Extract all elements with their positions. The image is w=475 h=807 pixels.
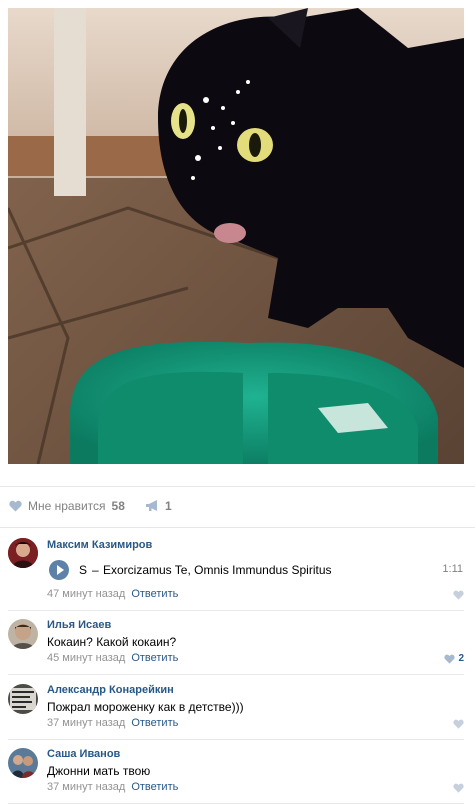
- audio-artist[interactable]: S: [79, 563, 87, 577]
- comment-meta: 47 минут назад Ответить: [47, 588, 178, 600]
- share-count: 1: [165, 499, 172, 513]
- avatar[interactable]: [8, 538, 38, 568]
- like-label: Мне нравится: [28, 499, 106, 513]
- audio-attachment: S – Exorcizamus Te, Omnis Immundus Spiri…: [47, 560, 463, 582]
- comment-author[interactable]: Илья Исаев: [47, 619, 111, 631]
- heart-icon: [444, 654, 456, 664]
- comment-text: Джонни мать твою: [47, 764, 151, 778]
- divider: [8, 674, 464, 675]
- avatar-image: [8, 684, 38, 714]
- audio-duration: 1:11: [442, 563, 463, 575]
- comment-like-count: 2: [458, 653, 464, 664]
- like-button[interactable]: Мне нравится 58: [9, 499, 125, 513]
- heart-icon: [453, 783, 464, 793]
- avatar[interactable]: [8, 748, 38, 778]
- divider: [8, 610, 464, 611]
- like-count: 58: [111, 499, 125, 513]
- comment-author[interactable]: Саша Иванов: [47, 748, 120, 760]
- post-photo[interactable]: [8, 8, 464, 464]
- avatar-image: [8, 748, 38, 778]
- comment-text: Кокаин? Какой кокаин?: [47, 635, 177, 649]
- comment-time[interactable]: 37 минут назад: [47, 781, 125, 793]
- comment-author[interactable]: Александр Конарейкин: [47, 684, 174, 696]
- divider: [8, 803, 464, 804]
- audio-dash: –: [92, 563, 99, 577]
- comment-time[interactable]: 47 минут назад: [47, 588, 125, 600]
- comment-text: Пожрал мороженку как в детстве))): [47, 700, 244, 714]
- comment-time[interactable]: 37 минут назад: [47, 717, 125, 729]
- comment-meta: 45 минут назад Ответить: [47, 652, 178, 664]
- heart-icon: [9, 500, 22, 512]
- post-actions-bar: Мне нравится 58 1: [0, 486, 475, 528]
- avatar[interactable]: [8, 619, 38, 649]
- reply-link[interactable]: Ответить: [131, 717, 178, 729]
- megaphone-icon: [146, 500, 157, 511]
- avatar[interactable]: [8, 684, 38, 714]
- comment-meta: 37 минут назад Ответить: [47, 781, 178, 793]
- reply-link[interactable]: Ответить: [131, 588, 178, 600]
- heart-icon: [453, 590, 464, 600]
- comment-time[interactable]: 45 минут назад: [47, 652, 125, 664]
- comment-author[interactable]: Максим Казимиров: [47, 539, 152, 551]
- share-button[interactable]: 1: [146, 499, 172, 513]
- comment-meta: 37 минут назад Ответить: [47, 717, 178, 729]
- comment-like-button[interactable]: [453, 783, 464, 793]
- avatar-image: [8, 538, 38, 568]
- divider: [8, 739, 464, 740]
- play-icon[interactable]: [49, 560, 69, 580]
- comment-like-button[interactable]: 2: [444, 653, 464, 664]
- reply-link[interactable]: Ответить: [131, 781, 178, 793]
- comment-like-button[interactable]: [453, 719, 464, 729]
- cat-photo-image: [8, 8, 464, 464]
- heart-icon: [453, 719, 464, 729]
- reply-link[interactable]: Ответить: [131, 652, 178, 664]
- audio-title[interactable]: Exorcizamus Te, Omnis Immundus Spiritus: [103, 563, 332, 577]
- avatar-image: [8, 619, 38, 649]
- comment-like-button[interactable]: [453, 590, 464, 600]
